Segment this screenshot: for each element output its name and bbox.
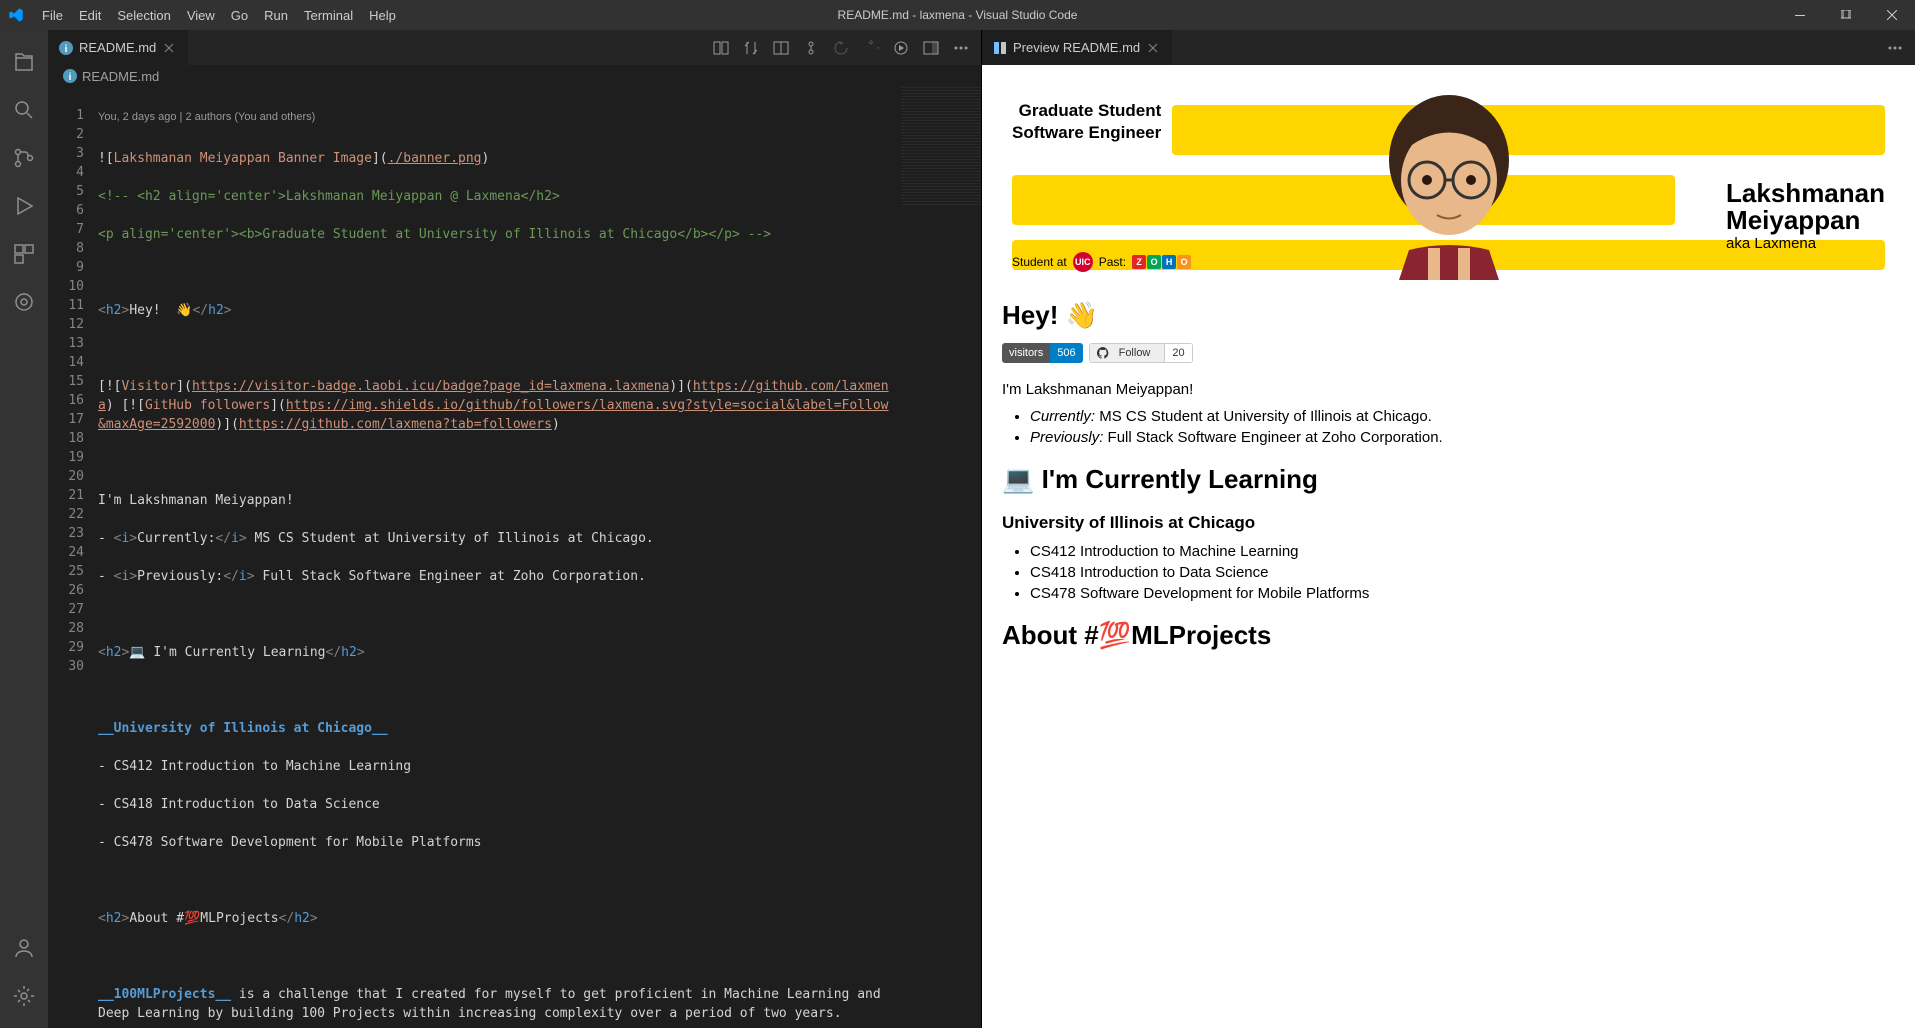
preview-file-icon	[992, 40, 1008, 56]
git-icon[interactable]	[803, 40, 819, 56]
accounts-icon[interactable]	[0, 924, 48, 972]
line-gutter: 1234567891011121314151617181920212223242…	[48, 87, 98, 1028]
banner-name: Lakshmanan	[1726, 180, 1885, 207]
tab-bar-right: Preview README.md	[982, 30, 1915, 65]
menu-selection[interactable]: Selection	[109, 4, 178, 27]
menu-go[interactable]: Go	[223, 4, 256, 27]
list-item: Currently: MS CS Student at University o…	[1030, 408, 1895, 425]
info-file-icon: i	[58, 40, 74, 56]
run-icon[interactable]	[893, 40, 909, 56]
list-item: CS418 Introduction to Data Science	[1030, 564, 1895, 581]
gitlens-icon[interactable]	[0, 278, 48, 326]
info-file-icon: i	[62, 68, 78, 84]
zoho-logo-icon: ZOHO	[1132, 255, 1191, 269]
close-tab-icon[interactable]	[1145, 40, 1161, 56]
maximize-button[interactable]	[1823, 0, 1869, 30]
list-item: CS412 Introduction to Machine Learning	[1030, 543, 1895, 560]
split-right-icon[interactable]	[923, 40, 939, 56]
source-control-icon[interactable]	[0, 134, 48, 182]
avatar-illustration	[1349, 70, 1549, 280]
search-icon[interactable]	[0, 86, 48, 134]
editor-group-preview: Preview README.md Graduate Student	[981, 30, 1915, 1028]
next-change-icon[interactable]	[863, 40, 879, 56]
activity-bar	[0, 30, 48, 1028]
more-icon[interactable]	[1887, 40, 1903, 56]
follow-badge[interactable]: Follow20	[1089, 343, 1193, 363]
tab-preview[interactable]: Preview README.md	[982, 30, 1172, 65]
past-label: Past:	[1099, 255, 1126, 269]
about-heading: About #💯MLProjects	[1002, 620, 1895, 651]
menu-terminal[interactable]: Terminal	[296, 4, 361, 27]
breadcrumb[interactable]: i README.md	[48, 65, 981, 87]
banner-image: Graduate Student Software Engineer	[982, 65, 1915, 280]
code-content[interactable]: You, 2 days ago | 2 authors (You and oth…	[98, 87, 981, 1028]
list-item: CS478 Software Development for Mobile Pl…	[1030, 585, 1895, 602]
explorer-icon[interactable]	[0, 38, 48, 86]
banner-subtitle: Software Engineer	[1012, 122, 1161, 144]
tab-readme[interactable]: i README.md	[48, 30, 188, 65]
extensions-icon[interactable]	[0, 230, 48, 278]
intro-text: I'm Lakshmanan Meiyappan!	[1002, 381, 1895, 398]
menu-edit[interactable]: Edit	[71, 4, 109, 27]
settings-icon[interactable]	[0, 972, 48, 1020]
breadcrumb-text: README.md	[82, 69, 159, 84]
visitors-badge[interactable]: visitors506	[1002, 343, 1083, 363]
markdown-preview[interactable]: Graduate Student Software Engineer	[982, 65, 1915, 1028]
banner-name: Meiyappan	[1726, 207, 1885, 234]
open-preview-icon[interactable]	[713, 40, 729, 56]
list-item: Previously: Full Stack Software Engineer…	[1030, 429, 1895, 446]
run-debug-icon[interactable]	[0, 182, 48, 230]
menu-file[interactable]: File	[34, 4, 71, 27]
learning-heading: 💻 I'm Currently Learning	[1002, 464, 1895, 495]
compare-icon[interactable]	[743, 40, 759, 56]
svg-text:i: i	[69, 72, 72, 83]
tab-label: README.md	[79, 40, 156, 55]
vscode-logo-icon	[8, 7, 24, 23]
minimap[interactable]	[901, 87, 981, 207]
minimize-button[interactable]	[1777, 0, 1823, 30]
close-button[interactable]	[1869, 0, 1915, 30]
hey-heading: Hey! 👋	[1002, 300, 1895, 331]
svg-text:i: i	[65, 44, 68, 55]
editor-group-source: i README.md i README.md	[48, 30, 981, 1028]
minimize-icon	[1795, 15, 1805, 16]
banner-subtitle: Graduate Student	[1012, 100, 1161, 122]
tab-bar-left: i README.md	[48, 30, 981, 65]
code-editor[interactable]: 1234567891011121314151617181920212223242…	[48, 87, 981, 1028]
menu-help[interactable]: Help	[361, 4, 404, 27]
maximize-icon	[1841, 10, 1851, 20]
split-editor-icon[interactable]	[773, 40, 789, 56]
uic-heading: University of Illinois at Chicago	[1002, 513, 1895, 533]
close-icon	[1887, 10, 1897, 20]
github-icon	[1097, 347, 1109, 359]
banner-aka: aka Laxmena	[1726, 235, 1885, 252]
menu-view[interactable]: View	[179, 4, 223, 27]
tab-label: Preview README.md	[1013, 40, 1140, 55]
menu-run[interactable]: Run	[256, 4, 296, 27]
close-tab-icon[interactable]	[161, 40, 177, 56]
more-icon[interactable]	[953, 40, 969, 56]
window-title: README.md - laxmena - Visual Studio Code	[838, 8, 1078, 22]
codelens[interactable]: You, 2 days ago | 2 authors (You and oth…	[98, 106, 891, 130]
uic-badge-icon: UIC	[1073, 252, 1093, 272]
prev-change-icon[interactable]	[833, 40, 849, 56]
student-at-label: Student at	[1012, 255, 1067, 269]
titlebar: File Edit Selection View Go Run Terminal…	[0, 0, 1915, 30]
